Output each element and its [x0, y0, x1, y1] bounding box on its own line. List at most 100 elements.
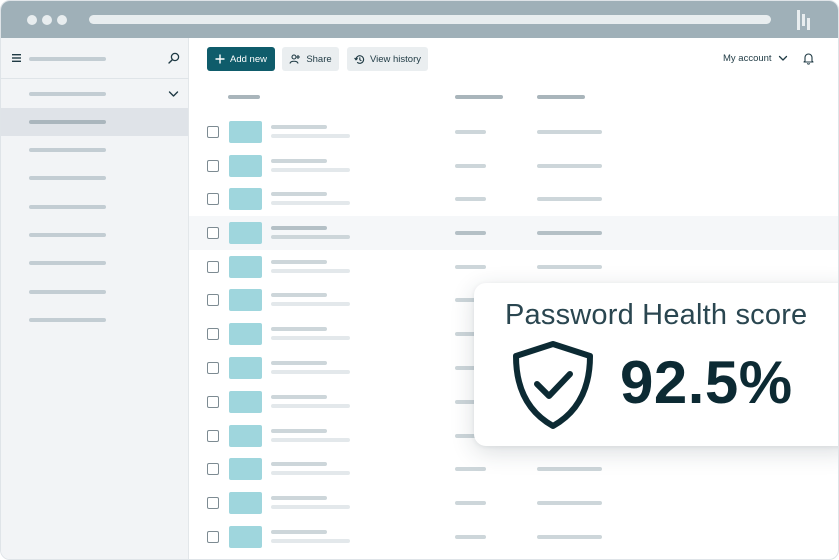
row-checkbox[interactable] [207, 294, 219, 306]
row-checkbox[interactable] [207, 396, 219, 408]
item-subtitle [271, 505, 350, 509]
shield-check-icon [513, 341, 593, 429]
sidebar-item[interactable] [1, 193, 188, 221]
item-subtitle [271, 404, 350, 408]
sidebar-item-label [29, 148, 106, 152]
item-title [271, 530, 327, 534]
sidebar-item-label [29, 318, 106, 322]
item-cell [537, 164, 602, 168]
account-menu[interactable]: My account [723, 53, 788, 64]
table-row[interactable] [189, 182, 838, 216]
item-title [271, 462, 327, 466]
item-title [271, 125, 327, 129]
item-thumbnail [229, 121, 262, 143]
item-cell [455, 265, 486, 269]
sidebar-item-label [29, 233, 106, 237]
table-row[interactable] [189, 115, 838, 149]
bell-icon[interactable] [803, 52, 814, 65]
item-subtitle [271, 302, 350, 306]
item-cell [537, 231, 602, 235]
sidebar-item[interactable] [1, 306, 188, 334]
table-row-hovered[interactable] [189, 216, 838, 250]
item-thumbnail [229, 222, 262, 244]
item-title [271, 361, 327, 365]
item-cell [455, 467, 486, 471]
sidebar-item-label [29, 205, 106, 209]
row-checkbox[interactable] [207, 463, 219, 475]
row-checkbox[interactable] [207, 362, 219, 374]
column-header-name[interactable] [228, 95, 260, 99]
browser-title-bar [1, 1, 838, 38]
row-checkbox[interactable] [207, 497, 219, 509]
brand-logo [797, 10, 810, 30]
sidebar-item[interactable] [1, 278, 188, 306]
share-user-icon [289, 54, 301, 64]
history-icon [354, 54, 365, 64]
item-cell [455, 197, 486, 201]
sidebar-search-placeholder[interactable] [29, 57, 106, 61]
window-control-dot[interactable] [42, 15, 52, 25]
sidebar-item-label [29, 261, 106, 265]
plus-icon [215, 54, 225, 64]
sidebar-item-label [29, 120, 106, 124]
table-row[interactable] [189, 452, 838, 486]
share-button[interactable]: Share [282, 47, 339, 71]
column-header[interactable] [537, 95, 585, 99]
table-row[interactable] [189, 250, 838, 284]
row-checkbox[interactable] [207, 531, 219, 543]
item-subtitle [271, 471, 350, 475]
chevron-down-icon [778, 55, 787, 61]
item-cell [455, 164, 486, 168]
search-icon[interactable] [168, 52, 180, 64]
sidebar [1, 38, 189, 559]
item-cell [537, 467, 602, 471]
chevron-down-icon[interactable] [168, 89, 179, 98]
item-title [271, 226, 327, 230]
sidebar-item-label [29, 92, 106, 96]
item-thumbnail [229, 155, 262, 177]
add-new-label: Add new [230, 53, 267, 65]
column-header[interactable] [455, 95, 503, 99]
sidebar-header [1, 38, 189, 79]
app-window: Add new Share View history My account Pa… [0, 0, 839, 560]
view-history-button[interactable]: View history [347, 47, 428, 71]
item-subtitle [271, 134, 350, 138]
item-subtitle [271, 438, 350, 442]
row-checkbox[interactable] [207, 193, 219, 205]
sidebar-item[interactable] [1, 80, 188, 108]
sidebar-item[interactable] [1, 164, 188, 192]
table-row[interactable] [189, 486, 838, 520]
item-title [271, 395, 327, 399]
add-new-button[interactable]: Add new [207, 47, 275, 71]
sidebar-item-selected[interactable] [1, 108, 188, 136]
item-cell [537, 265, 602, 269]
address-bar[interactable] [89, 15, 771, 24]
row-checkbox[interactable] [207, 126, 219, 138]
password-health-card: Password Health score 92.5% [474, 283, 838, 446]
table-row[interactable] [189, 520, 838, 554]
item-title [271, 159, 327, 163]
item-cell [455, 535, 486, 539]
window-control-dot[interactable] [27, 15, 37, 25]
row-checkbox[interactable] [207, 227, 219, 239]
window-control-dot[interactable] [57, 15, 67, 25]
view-history-label: View history [369, 53, 422, 65]
row-checkbox[interactable] [207, 328, 219, 340]
row-checkbox[interactable] [207, 160, 219, 172]
sidebar-item[interactable] [1, 221, 188, 249]
hamburger-icon[interactable] [12, 54, 21, 62]
item-title [271, 192, 327, 196]
item-cell [537, 501, 602, 505]
sidebar-item-label [29, 290, 106, 294]
sidebar-item[interactable] [1, 249, 188, 277]
item-subtitle [271, 269, 350, 273]
item-thumbnail [229, 323, 262, 345]
sidebar-item[interactable] [1, 136, 188, 164]
row-checkbox[interactable] [207, 261, 219, 273]
item-title [271, 429, 327, 433]
table-row[interactable] [189, 149, 838, 183]
item-subtitle [271, 370, 350, 374]
password-health-score: 92.5% [620, 349, 793, 416]
item-cell [455, 231, 486, 235]
row-checkbox[interactable] [207, 430, 219, 442]
